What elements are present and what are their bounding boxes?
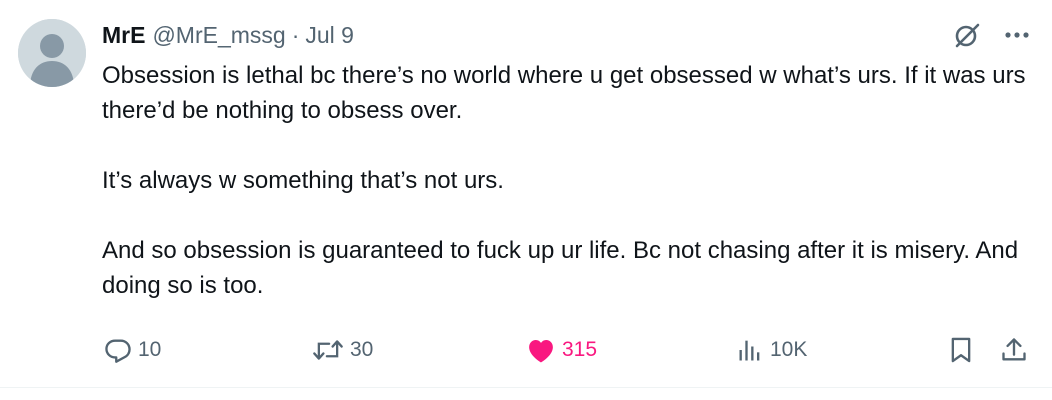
repost-button[interactable]: 30: [312, 332, 373, 368]
more-icon[interactable]: [1004, 31, 1030, 39]
author-name[interactable]: MrE: [102, 22, 145, 49]
tweet-top-actions: [952, 20, 1030, 50]
tweet-actions: 10 30 315 10K: [102, 332, 1032, 368]
like-button[interactable]: 315: [526, 332, 597, 368]
tweet-date[interactable]: Jul 9: [305, 22, 354, 49]
tweet-paragraph: Obsession is lethal bc there’s no world …: [102, 62, 1026, 124]
reply-button[interactable]: 10: [104, 332, 161, 368]
tweet-text: Obsession is lethal bc there’s no world …: [102, 58, 1032, 303]
tweet-paragraph: And so obsession is guaranteed to fuck u…: [102, 237, 1019, 299]
tweet-paragraph: It’s always w something that’s not urs.: [102, 167, 504, 194]
share-button[interactable]: [1000, 332, 1028, 368]
avatar[interactable]: [18, 19, 86, 87]
like-icon: [529, 340, 553, 363]
tweet[interactable]: MrE @MrE_mssg · Jul 9 Obsession is letha…: [0, 0, 1052, 388]
views-icon: [739, 340, 760, 361]
views-count: 10K: [770, 338, 808, 361]
tweet-header: MrE @MrE_mssg · Jul 9: [102, 17, 354, 53]
grok-icon[interactable]: [952, 20, 982, 50]
header-separator: ·: [291, 21, 300, 48]
reply-icon: [105, 339, 131, 363]
repost-count: 30: [350, 338, 374, 361]
repost-icon: [313, 340, 343, 360]
reply-count: 10: [138, 338, 162, 361]
author-handle[interactable]: @MrE_mssg: [152, 22, 285, 49]
default-avatar-icon: [18, 19, 86, 87]
share-icon: [1002, 338, 1026, 361]
bookmark-button[interactable]: [948, 332, 974, 368]
views-button[interactable]: 10K: [736, 332, 807, 368]
bookmark-icon: [951, 337, 971, 363]
like-count: 315: [562, 338, 598, 361]
